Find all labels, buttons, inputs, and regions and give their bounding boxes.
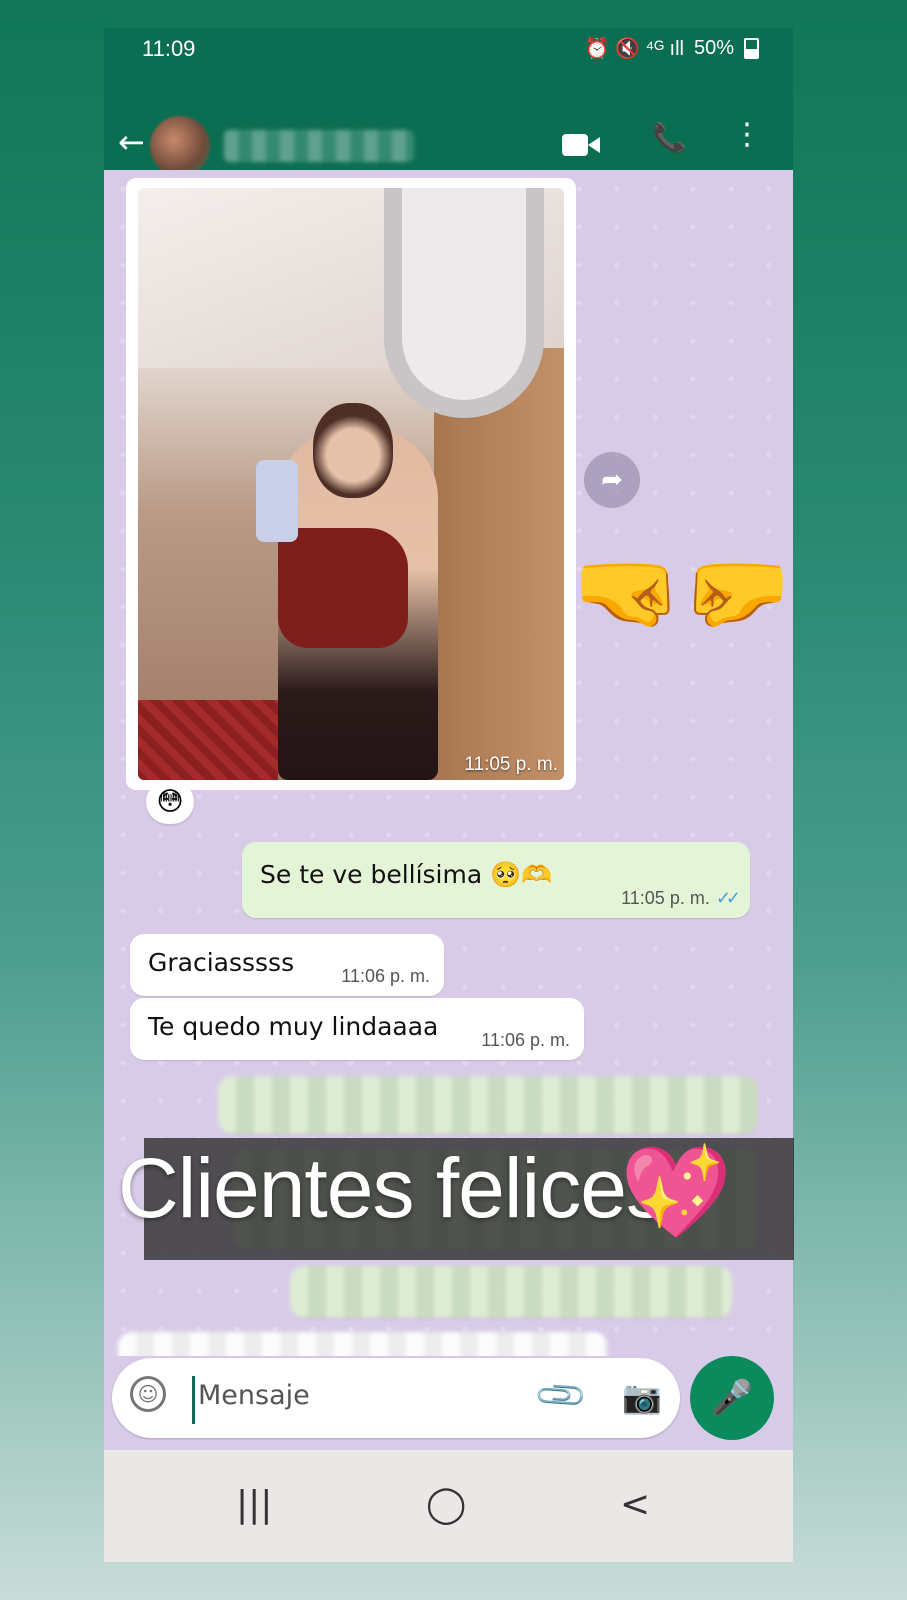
photo-person-head [313, 403, 393, 498]
message-text: Te quedo muy lindaaaa [148, 1012, 439, 1041]
status-icons: ⏰ 🔇 ⁴ᴳ ıll 50% [585, 36, 759, 61]
recents-button[interactable]: ||| [236, 1484, 272, 1525]
message-input-pill[interactable]: ☺ Mensaje 📎 📷 [112, 1358, 680, 1438]
fist-bump-sticker: 🤜🤛 [572, 540, 792, 643]
contact-avatar[interactable] [150, 116, 210, 176]
sparkling-heart-sticker: 💖 [620, 1140, 733, 1245]
home-button[interactable]: ◯ [426, 1484, 466, 1525]
status-indicators: ⏰ 🔇 ⁴ᴳ ıll [584, 38, 684, 60]
camera-icon[interactable]: 📷 [622, 1378, 662, 1416]
reaction-badge[interactable]: 😳 [146, 780, 194, 824]
arrow-left-icon[interactable]: ← [118, 126, 145, 158]
message-time: 11:06 p. m. [481, 1030, 570, 1050]
video-call-icon[interactable] [562, 134, 600, 156]
status-bar: 11:09 ⏰ 🔇 ⁴ᴳ ıll 50% [104, 28, 793, 80]
forward-icon[interactable]: ➦ [584, 452, 640, 508]
phone-screen: 11:09 ⏰ 🔇 ⁴ᴳ ıll 50% ← 📞 ⋮ 11:05 p. m. 😳… [104, 28, 793, 1562]
incoming-message[interactable]: Graciasssss 11:06 p. m. [130, 934, 444, 996]
message-time: 11:06 p. m. [341, 966, 430, 986]
phone-icon[interactable]: 📞 [652, 124, 687, 152]
photo-macrame-mirror [384, 188, 544, 418]
more-vert-icon[interactable]: ⋮ [732, 120, 762, 150]
battery-level: 50% [693, 37, 734, 59]
message-text: Se te ve bellísima 🥺🫶 [260, 860, 553, 889]
message-text: Graciasssss [148, 948, 295, 977]
message-meta: 11:05 p. m. ✓✓ [621, 888, 741, 909]
contact-name-pixelated[interactable] [224, 130, 414, 162]
message-composer: ☺ Mensaje 📎 📷 🎤 [104, 1356, 793, 1448]
message-input[interactable]: Mensaje [198, 1380, 310, 1411]
selfie-photo[interactable] [138, 188, 564, 780]
image-message[interactable]: 11:05 p. m. [126, 178, 576, 790]
caption-text: Clientes felices [118, 1141, 668, 1235]
photo-bed [138, 700, 278, 780]
back-button[interactable]: < [620, 1484, 650, 1525]
read-ticks-icon: ✓✓ [715, 888, 741, 908]
status-time: 11:09 [142, 36, 196, 61]
message-time: 11:05 p. m. [621, 888, 710, 908]
incoming-message[interactable]: Te quedo muy lindaaaa 11:06 p. m. [130, 998, 584, 1060]
photo-crochet-top [278, 528, 408, 648]
paperclip-icon[interactable]: 📎 [532, 1367, 590, 1425]
text-cursor [192, 1376, 195, 1424]
system-nav-bar: ||| ◯ < [104, 1450, 793, 1562]
image-timestamp: 11:05 p. m. [464, 754, 558, 775]
chat-area[interactable]: 11:05 p. m. 😳 ➦ Se te ve bellísima 🥺🫶 11… [104, 170, 793, 1498]
pixelated-message[interactable] [290, 1266, 732, 1318]
emoji-icon[interactable]: ☺ [130, 1376, 166, 1412]
pixelated-message[interactable] [218, 1076, 758, 1134]
battery-icon [744, 38, 759, 59]
outgoing-message[interactable]: Se te ve bellísima 🥺🫶 11:05 p. m. ✓✓ [242, 842, 750, 918]
photo-phone [256, 460, 298, 542]
microphone-icon[interactable]: 🎤 [690, 1356, 774, 1440]
